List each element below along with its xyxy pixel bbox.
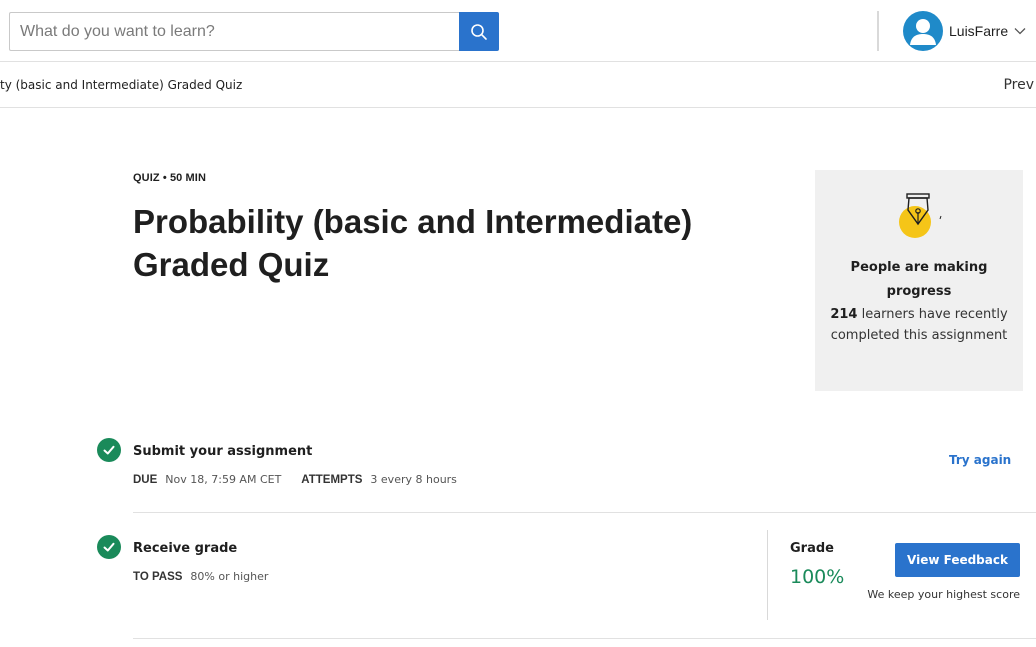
check-icon [97,438,121,462]
pen-nib-icon [897,192,947,244]
user-name: LuisFarre [949,23,1009,39]
grade-label: Grade [790,541,834,556]
divider [133,638,1036,639]
highest-score-note: We keep your highest score [867,588,1020,601]
breadcrumb: ty (basic and Intermediate) Graded Quiz [0,78,243,92]
progress-heading: People are making progress [850,260,988,299]
try-again-link[interactable]: Try again [949,453,1011,467]
user-menu[interactable]: LuisFarre [903,11,1026,51]
check-icon [97,535,121,559]
chevron-down-icon [1014,27,1026,35]
to-pass-value: 80% or higher [190,570,269,583]
grade-divider [767,530,768,620]
progress-description: learners have recently completed this as… [830,307,1008,343]
progress-text: 214 learners have recently completed thi… [829,304,1009,346]
due-label: DUE [133,474,158,486]
attempts-value: 3 every 8 hours [370,473,457,486]
search-icon [470,23,488,41]
user-avatar-icon [903,11,943,51]
navigation-bar: ty (basic and Intermediate) Graded Quiz … [0,63,1036,108]
header-divider [877,11,879,51]
to-pass-label: TO PASS [133,571,183,583]
attempts-label: ATTEMPTS [301,474,363,486]
previous-link[interactable]: Prev [1003,77,1034,93]
grade-step-details: TO PASS 80% or higher [133,570,268,583]
submit-step-title: Submit your assignment [133,444,313,459]
grade-step-title: Receive grade [133,541,238,556]
progress-card: People are making progress 214 learners … [815,170,1023,391]
assignment-meta: QUIZ • 50 MIN [133,172,206,184]
page-title: Probability (basic and Intermediate) Gra… [133,203,693,283]
top-header: LuisFarre [0,0,1036,62]
submit-step-details: DUE Nov 18, 7:59 AM CET ATTEMPTS 3 every 8 … [133,473,457,486]
grade-value: 100% [790,566,845,588]
search-button[interactable] [459,12,499,51]
due-value: Nov 18, 7:59 AM CET [165,473,282,486]
learner-count: 214 [830,307,858,322]
view-feedback-button[interactable]: View Feedback [895,543,1020,577]
divider [133,512,1036,513]
search-input[interactable] [9,12,459,51]
